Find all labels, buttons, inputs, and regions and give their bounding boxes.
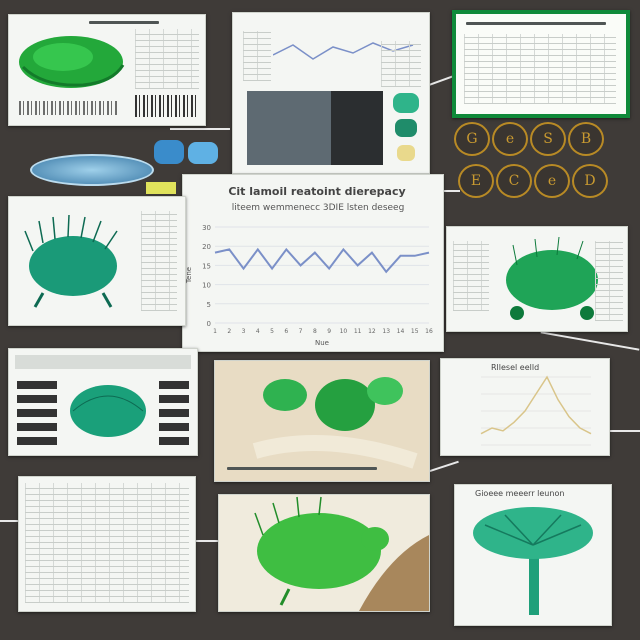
tree-caption: Gioeee meeerr leunon xyxy=(475,489,565,498)
y-tick-label: 10 xyxy=(202,282,211,290)
x-tick-label: 15 xyxy=(411,328,419,335)
calculator-display xyxy=(15,355,191,369)
data-table xyxy=(135,29,199,89)
photo-panel xyxy=(247,91,331,165)
panel-green-specimen[interactable] xyxy=(8,14,206,126)
text-line xyxy=(466,22,606,25)
y-tick-label: 20 xyxy=(202,243,211,251)
coin: e xyxy=(534,164,570,198)
panel-green-hedgehog[interactable] xyxy=(218,494,430,612)
panel-calculator[interactable] xyxy=(8,348,198,456)
y-tick-label: 15 xyxy=(202,262,211,270)
calculator-keypad xyxy=(17,379,57,445)
data-table xyxy=(595,241,623,321)
coin: C xyxy=(496,164,532,198)
y-tick-label: 30 xyxy=(202,224,211,232)
series-line xyxy=(214,247,430,274)
teal-shell-illustration xyxy=(70,385,146,437)
connector-line xyxy=(540,331,640,351)
connector-line xyxy=(0,520,20,522)
panel-green-frame-table[interactable] xyxy=(452,10,630,118)
x-tick-label: 3 xyxy=(242,328,246,335)
text-line xyxy=(89,21,159,24)
panel-green-creature-photo[interactable] xyxy=(214,360,430,482)
panel-bottom-table[interactable] xyxy=(18,476,196,612)
data-table xyxy=(141,211,177,311)
data-table xyxy=(453,241,489,311)
x-tick-label: 5 xyxy=(270,328,274,335)
barcode-graphic xyxy=(135,95,199,117)
blue-device-icon xyxy=(188,142,218,164)
coin-strip: G e S B E C e D xyxy=(450,118,630,208)
specimen-thumbnail xyxy=(395,119,417,137)
blue-device-icon xyxy=(154,140,184,164)
panel-curve-chart[interactable]: Rllesel eelld xyxy=(440,358,610,456)
coin: D xyxy=(572,164,608,198)
x-tick-label: 11 xyxy=(354,328,362,335)
center-line-chart[interactable]: Cit lamoil reatoint dierepacy liteem wem… xyxy=(182,174,444,352)
x-tick-label: 9 xyxy=(327,328,331,335)
line-chart-svg: 30201510501 2 3 4 5 6 7 8 9 10 11 12 13 14 15 16NueTene xyxy=(185,224,433,347)
y-axis-label: Tene xyxy=(185,267,193,284)
x-tick-label: 1 xyxy=(213,328,217,335)
panel-document-photo[interactable] xyxy=(232,12,430,174)
green-creature-illustration xyxy=(252,377,418,469)
x-tick-label: 2 xyxy=(227,328,231,335)
data-table xyxy=(464,34,616,104)
curve-line xyxy=(480,375,592,435)
x-tick-label: 10 xyxy=(340,328,348,335)
data-table xyxy=(243,31,271,81)
x-tick-label: 7 xyxy=(299,328,303,335)
coin: S xyxy=(530,122,566,156)
specimen-thumbnail xyxy=(397,145,415,161)
petri-dish-icon xyxy=(30,154,154,186)
connector-line xyxy=(170,128,230,130)
panel-teal-specimen[interactable] xyxy=(8,196,186,326)
y-tick-label: 0 xyxy=(207,320,211,328)
x-tick-label: 14 xyxy=(397,328,405,335)
coin: E xyxy=(458,164,494,198)
specimen-thumbnail xyxy=(393,93,419,113)
x-tick-label: 6 xyxy=(284,328,288,335)
connector-line xyxy=(610,430,640,432)
x-tick-label: 13 xyxy=(382,328,390,335)
green-specimen-illustration xyxy=(19,36,125,88)
yellow-tag-icon xyxy=(146,182,176,194)
x-tick-label: 16 xyxy=(425,328,433,335)
y-tick-label: 5 xyxy=(207,301,211,309)
x-tick-label: 12 xyxy=(368,328,376,335)
panel-green-turtle[interactable] xyxy=(446,226,628,332)
text-line xyxy=(227,467,377,470)
x-tick-label: 8 xyxy=(313,328,317,335)
coin: e xyxy=(492,122,528,156)
x-tick-label: 4 xyxy=(256,328,260,335)
calculator-keypad xyxy=(159,379,189,445)
x-axis-label: Nue xyxy=(315,339,329,347)
data-table xyxy=(381,41,421,87)
coin: G xyxy=(454,122,490,156)
photo-panel xyxy=(331,91,383,165)
teal-specimen-illustration xyxy=(24,214,118,308)
tree-illustration xyxy=(473,507,593,615)
data-table xyxy=(25,483,189,603)
coin: B xyxy=(568,122,604,156)
green-hedgehog-illustration xyxy=(254,496,429,611)
panel-tree-diagram[interactable]: Gioeee meeerr leunon xyxy=(454,484,612,626)
curve-chart-svg xyxy=(480,375,592,446)
barcode-graphic xyxy=(19,101,119,115)
